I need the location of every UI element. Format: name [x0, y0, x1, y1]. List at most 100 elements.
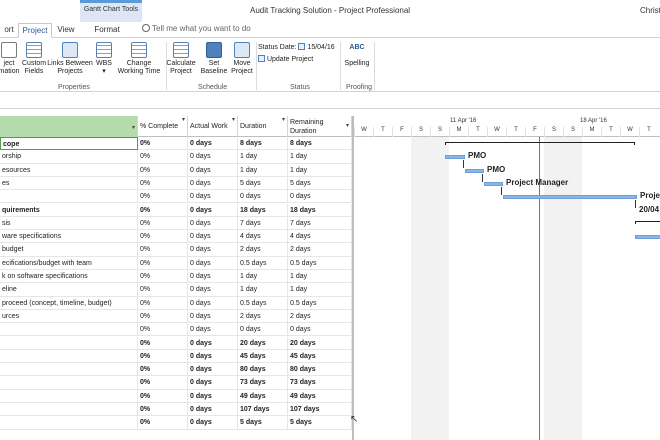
tell-me-box[interactable]: Tell me what you want to do — [142, 24, 251, 33]
pct-complete-cell[interactable]: 0% — [138, 150, 188, 164]
tab-report[interactable]: ort — [0, 23, 18, 38]
remaining-duration-cell[interactable]: 20 days — [288, 336, 352, 350]
pct-complete-cell[interactable]: 0% — [138, 216, 188, 230]
duration-cell[interactable]: 73 days — [238, 376, 288, 390]
task-name-cell[interactable]: ware specifications — [0, 230, 138, 244]
tab-format[interactable]: Format — [84, 23, 130, 38]
links-between-projects-button[interactable]: Links Between Projects — [46, 42, 94, 76]
table-row[interactable]: 0% 0 days 80 days 80 days — [0, 363, 352, 377]
table-row[interactable]: 0% 0 days 0 days 0 days — [0, 190, 352, 204]
task-bar[interactable] — [635, 235, 660, 240]
user-name[interactable]: Christ — [640, 6, 660, 15]
pct-complete-cell[interactable]: 0% — [138, 283, 188, 297]
task-name-cell[interactable] — [0, 363, 138, 377]
task-name-cell[interactable]: proceed (concept, timeline, budget) — [0, 296, 138, 310]
pct-complete-cell[interactable]: 0% — [138, 376, 188, 390]
task-name-cell[interactable]: budget — [0, 243, 138, 257]
pct-complete-cell[interactable]: 0% — [138, 243, 188, 257]
actual-work-cell[interactable]: 0 days — [188, 403, 238, 416]
pct-complete-cell[interactable]: 0% — [138, 190, 188, 204]
remaining-duration-header[interactable]: Remaining Duration ▾ — [288, 116, 352, 137]
table-row[interactable]: ecifications/budget with team 0% 0 days 0.5… — [0, 256, 352, 270]
table-row[interactable]: eline 0% 0 days 1 day 1 day — [0, 283, 352, 297]
pct-complete-cell[interactable]: 0% — [138, 363, 188, 377]
task-bar[interactable] — [465, 168, 484, 173]
task-name-cell[interactable]: k on software specifications — [0, 270, 138, 283]
task-name-cell[interactable] — [0, 376, 138, 390]
remaining-duration-cell[interactable]: 18 days — [288, 203, 352, 217]
duration-cell[interactable]: 20 days — [238, 336, 288, 350]
update-project-button[interactable]: Update Project — [258, 55, 313, 63]
pct-complete-cell[interactable]: 0% — [138, 176, 188, 190]
task-name-cell[interactable] — [0, 389, 138, 403]
actual-work-cell[interactable]: 0 days — [188, 163, 238, 177]
task-name-cell[interactable] — [0, 323, 138, 337]
actual-work-cell[interactable]: 0 days — [188, 336, 238, 350]
remaining-duration-cell[interactable]: 5 days — [288, 176, 352, 190]
actual-work-cell[interactable]: 0 days — [188, 176, 238, 190]
set-baseline-button[interactable]: Set Baseline — [198, 42, 230, 76]
duration-cell[interactable]: 107 days — [238, 403, 288, 416]
pct-complete-cell[interactable]: 0% — [138, 403, 188, 416]
remaining-duration-cell[interactable]: 49 days — [288, 389, 352, 403]
task-bar[interactable] — [503, 195, 637, 200]
remaining-duration-cell[interactable]: 7 days — [288, 216, 352, 230]
custom-fields-button[interactable]: Custom Fields — [22, 42, 46, 76]
task-name-cell[interactable]: ecifications/budget with team — [0, 256, 138, 270]
duration-cell[interactable]: 0 days — [238, 323, 288, 337]
duration-cell[interactable]: 4 days — [238, 230, 288, 244]
actual-work-cell[interactable]: 0 days — [188, 203, 238, 217]
table-row[interactable]: 0% 0 days 49 days 49 days — [0, 389, 352, 403]
duration-cell[interactable]: 5 days — [238, 416, 288, 430]
change-working-time-button[interactable]: Change Working Time — [116, 42, 162, 76]
actual-work-cell[interactable]: 0 days — [188, 416, 238, 430]
remaining-duration-cell[interactable]: 2 days — [288, 309, 352, 323]
remaining-duration-cell[interactable]: 0.5 days — [288, 296, 352, 310]
tab-project[interactable]: Project — [18, 23, 52, 38]
actual-work-cell[interactable]: 0 days — [188, 137, 238, 150]
remaining-duration-cell[interactable]: 1 day — [288, 283, 352, 297]
duration-cell[interactable]: 1 day — [238, 163, 288, 177]
pct-complete-cell[interactable]: 0% — [138, 203, 188, 217]
remaining-duration-cell[interactable]: 4 days — [288, 230, 352, 244]
table-row[interactable]: 0% 0 days 0 days 0 days — [0, 323, 352, 337]
duration-cell[interactable]: 80 days — [238, 363, 288, 377]
duration-cell[interactable]: 1 day — [238, 150, 288, 164]
actual-work-cell[interactable]: 0 days — [188, 376, 238, 390]
actual-work-cell[interactable]: 0 days — [188, 256, 238, 270]
status-date-field[interactable]: Status Date: 15/04/16 — [258, 43, 335, 51]
remaining-duration-cell[interactable]: 107 days — [288, 403, 352, 416]
table-row[interactable]: urces 0% 0 days 2 days 2 days — [0, 309, 352, 324]
table-row[interactable]: 0% 0 days 45 days 45 days — [0, 349, 352, 364]
actual-work-cell[interactable]: 0 days — [188, 363, 238, 377]
pct-complete-cell[interactable]: 0% — [138, 163, 188, 177]
task-name-header[interactable]: ▾ — [0, 116, 138, 137]
duration-cell[interactable]: 5 days — [238, 176, 288, 190]
pct-complete-header[interactable]: % Complete ▾ — [138, 116, 188, 137]
actual-work-cell[interactable]: 0 days — [188, 349, 238, 363]
duration-cell[interactable]: 1 day — [238, 283, 288, 297]
spelling-button[interactable]: ABC Spelling — [342, 42, 372, 68]
task-name-cell[interactable]: es — [0, 176, 138, 190]
remaining-duration-cell[interactable]: 5 days — [288, 416, 352, 430]
table-row[interactable]: orship 0% 0 days 1 day 1 day — [0, 150, 352, 164]
actual-work-cell[interactable]: 0 days — [188, 283, 238, 297]
actual-work-cell[interactable]: 0 days — [188, 389, 238, 403]
remaining-duration-cell[interactable]: 2 days — [288, 243, 352, 257]
task-name-cell[interactable] — [0, 336, 138, 350]
remaining-duration-cell[interactable]: 0 days — [288, 190, 352, 204]
remaining-duration-cell[interactable]: 45 days — [288, 349, 352, 363]
actual-work-cell[interactable]: 0 days — [188, 230, 238, 244]
remaining-duration-cell[interactable]: 1 day — [288, 150, 352, 164]
remaining-duration-cell[interactable]: 0.5 days — [288, 256, 352, 270]
actual-work-cell[interactable]: 0 days — [188, 296, 238, 310]
task-bar[interactable] — [484, 181, 503, 186]
project-information-button[interactable]: ject mation — [0, 42, 24, 76]
chevron-down-icon[interactable]: ▾ — [346, 122, 349, 131]
pct-complete-cell[interactable]: 0% — [138, 323, 188, 337]
table-row[interactable]: 0% 0 days 20 days 20 days — [0, 336, 352, 350]
move-project-button[interactable]: Move Project — [230, 42, 254, 76]
remaining-duration-cell[interactable]: 1 day — [288, 163, 352, 177]
duration-cell[interactable]: 0 days — [238, 190, 288, 204]
task-name-cell[interactable]: orship — [0, 150, 138, 164]
